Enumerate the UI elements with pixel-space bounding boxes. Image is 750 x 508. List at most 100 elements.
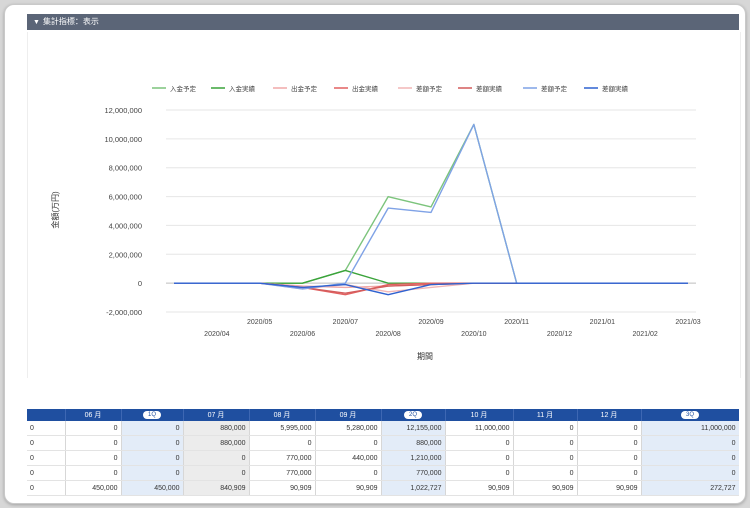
table-cell: 0 bbox=[641, 465, 739, 481]
column-header[interactable]: 10 月 bbox=[445, 409, 514, 421]
column-header[interactable]: 11 月 bbox=[513, 409, 578, 421]
column-header[interactable] bbox=[27, 409, 66, 421]
table-cell: 90,909 bbox=[577, 480, 642, 496]
table-cell: 0 bbox=[315, 435, 382, 451]
table-cell: 0 bbox=[65, 421, 122, 436]
table-cell: 0 bbox=[577, 465, 642, 481]
y-tick-label: 8,000,000 bbox=[109, 164, 142, 173]
x-tick-label: 2020/05 bbox=[247, 319, 272, 326]
column-header[interactable]: 09 月 bbox=[315, 409, 382, 421]
section-title: 集計指標：表示 bbox=[42, 17, 99, 26]
y-tick-label: 12,000,000 bbox=[104, 106, 142, 115]
table-cell: 0 bbox=[27, 435, 66, 451]
table-cell: 0 bbox=[577, 421, 642, 436]
table-cell: 0 bbox=[315, 465, 382, 481]
table-cell: 0 bbox=[445, 435, 514, 451]
column-header[interactable]: 08 月 bbox=[249, 409, 316, 421]
x-tick-label: 2020/07 bbox=[333, 319, 358, 326]
column-header[interactable]: 1Q bbox=[121, 409, 184, 421]
x-tick-label: 2020/06 bbox=[290, 331, 315, 338]
x-tick-label: 2020/10 bbox=[461, 331, 486, 338]
legend-label: 入金予定 bbox=[170, 84, 197, 93]
table-cell: 770,000 bbox=[249, 450, 316, 466]
table-cell: 0 bbox=[121, 421, 184, 436]
collapse-triangle-icon[interactable]: ▼ bbox=[33, 15, 40, 31]
table-header-row: 06 月 1Q 07 月 08 月 09 月 2Q 10 月 11 月 12 月 3Q bbox=[27, 409, 739, 421]
x-tick-label: 2020/04 bbox=[204, 331, 229, 338]
y-tick-label: 0 bbox=[138, 279, 142, 288]
table-cell: 5,995,000 bbox=[249, 421, 316, 436]
table-cell: 0 bbox=[513, 465, 578, 481]
table-cell: 0 bbox=[445, 465, 514, 481]
table-cell: 0 bbox=[513, 421, 578, 436]
legend-label: 差額実績 bbox=[476, 84, 503, 93]
table-cell: 0 bbox=[641, 435, 739, 451]
legend-label: 差額予定 bbox=[416, 84, 443, 93]
table-cell: 11,000,000 bbox=[445, 421, 514, 436]
table-cell: 0 bbox=[121, 435, 184, 451]
column-header[interactable]: 2Q bbox=[381, 409, 446, 421]
legend-label: 出金実績 bbox=[352, 84, 379, 93]
table-cell: 0 bbox=[65, 465, 122, 481]
table-cell: 880,000 bbox=[381, 435, 446, 451]
table-cell: 90,909 bbox=[513, 480, 578, 496]
legend-label: 差額実績 bbox=[602, 84, 629, 93]
table-cell: 90,909 bbox=[445, 480, 514, 496]
table-cell: 0 bbox=[27, 421, 66, 436]
y-tick-label: -2,000,000 bbox=[106, 308, 142, 317]
table-row: 0 0 0 880,000 0 0 880,000 0 0 0 0 bbox=[27, 435, 739, 451]
legend-label: 入金実績 bbox=[229, 84, 256, 93]
y-tick-label: 6,000,000 bbox=[109, 193, 142, 202]
quarter-badge: 2Q bbox=[403, 411, 422, 419]
y-tick-label: 4,000,000 bbox=[109, 221, 142, 230]
column-header[interactable]: 3Q bbox=[641, 409, 739, 421]
window-frame: ▼ 集計指標：表示 12,000,000 10,000,000 8,000,000 6,… bbox=[4, 4, 746, 504]
quarter-badge: 1Q bbox=[142, 411, 161, 419]
table-cell: 90,909 bbox=[315, 480, 382, 496]
x-tick-label: 2021/03 bbox=[675, 319, 700, 326]
table-cell: 1,210,000 bbox=[381, 450, 446, 466]
table-row: 0 0 0 0 770,000 0 770,000 0 0 0 0 bbox=[27, 465, 739, 481]
table-cell: 770,000 bbox=[381, 465, 446, 481]
table-cell: 0 bbox=[27, 450, 66, 466]
series-line bbox=[174, 269, 688, 284]
table-cell: 0 bbox=[65, 450, 122, 466]
table-cell: 0 bbox=[183, 450, 250, 466]
table-cell: 90,909 bbox=[249, 480, 316, 496]
table-cell: 450,000 bbox=[121, 480, 184, 496]
table-cell: 0 bbox=[513, 435, 578, 451]
chart-panel: 12,000,000 10,000,000 8,000,000 6,000,000 4,… bbox=[27, 32, 741, 378]
x-axis-label: 期間 bbox=[417, 352, 433, 361]
table-cell: 0 bbox=[577, 435, 642, 451]
table-cell: 0 bbox=[121, 450, 184, 466]
column-header[interactable]: 12 月 bbox=[577, 409, 642, 421]
table-cell: 0 bbox=[577, 450, 642, 466]
table-cell: 0 bbox=[513, 450, 578, 466]
x-tick-label: 2020/11 bbox=[504, 319, 529, 326]
y-tick-label: 2,000,000 bbox=[109, 250, 142, 259]
x-tick-label: 2020/08 bbox=[376, 331, 401, 338]
line-chart: 12,000,000 10,000,000 8,000,000 6,000,000 4,… bbox=[50, 84, 701, 361]
table-cell: 1,022,727 bbox=[381, 480, 446, 496]
data-table-panel: 06 月 1Q 07 月 08 月 09 月 2Q 10 月 11 月 12 月 3Q 0 0 0 88… bbox=[27, 409, 739, 503]
y-axis-label: 金額(万円) bbox=[50, 191, 60, 229]
table-cell: 12,155,000 bbox=[381, 421, 446, 436]
column-header[interactable]: 06 月 bbox=[65, 409, 122, 421]
series-line bbox=[174, 123, 688, 284]
table-cell: 0 bbox=[445, 450, 514, 466]
series-line bbox=[174, 282, 688, 296]
table-cell: 880,000 bbox=[183, 435, 250, 451]
table-cell: 0 bbox=[641, 450, 739, 466]
column-header[interactable]: 07 月 bbox=[183, 409, 250, 421]
table-row: 0 450,000 450,000 840,909 90,909 90,909 1,022,… bbox=[27, 480, 739, 496]
summary-table: 06 月 1Q 07 月 08 月 09 月 2Q 10 月 11 月 12 月 3Q 0 0 0 88… bbox=[27, 409, 739, 496]
table-cell: 0 bbox=[65, 435, 122, 451]
table-cell: 11,000,000 bbox=[641, 421, 739, 436]
table-cell: 0 bbox=[27, 480, 66, 496]
table-cell: 0 bbox=[183, 465, 250, 481]
x-tick-label: 2020/09 bbox=[418, 319, 443, 326]
table-cell: 272,727 bbox=[641, 480, 739, 496]
table-cell: 0 bbox=[27, 465, 66, 481]
table-cell: 5,280,000 bbox=[315, 421, 382, 436]
section-header[interactable]: ▼ 集計指標：表示 bbox=[27, 14, 739, 30]
